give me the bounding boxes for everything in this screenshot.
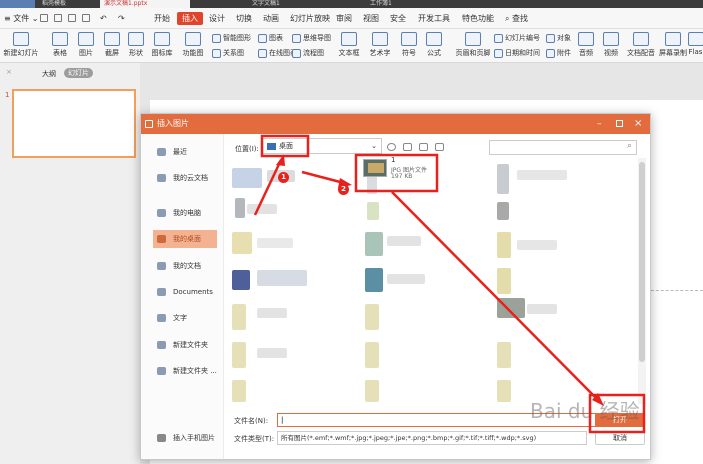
arrow-3 — [391, 191, 599, 401]
arrow-2 — [301, 170, 345, 185]
step-badge-1: 1 — [278, 172, 289, 183]
tutorial-annotations — [253, 134, 646, 434]
step-badge-2: 2 — [338, 184, 349, 195]
arrow-1 — [253, 159, 283, 216]
location-highlight — [260, 134, 310, 158]
file-highlight — [354, 153, 439, 193]
